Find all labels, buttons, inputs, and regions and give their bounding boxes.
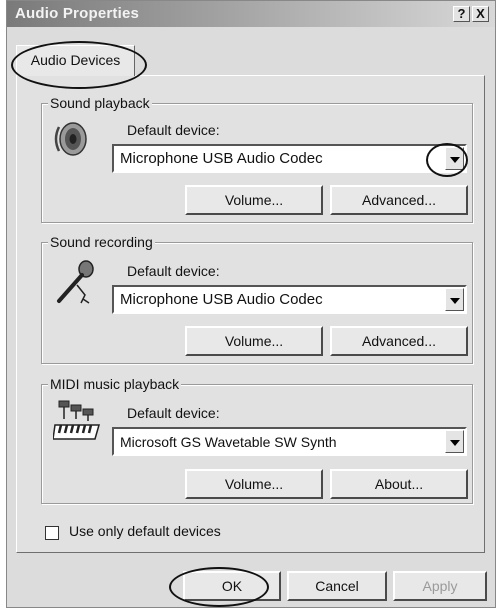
midi-default-device-label: Default device: [127,405,220,421]
annotation-oval-tab [11,41,147,89]
recording-advanced-button[interactable]: Advanced... [330,326,468,356]
annotation-oval-dropdown-arrow [426,143,468,177]
recording-default-device-label: Default device: [127,263,220,279]
recording-device-value: Microphone USB Audio Codec [120,291,323,308]
midi-keyboard-icon [52,399,103,443]
window-title: Audio Properties [15,5,140,22]
annotation-oval-ok [169,567,269,607]
close-button[interactable]: X [472,6,489,22]
playback-device-value: Microphone USB Audio Codec [120,150,323,167]
apply-button[interactable]: Apply [393,571,487,601]
use-only-default-devices-label[interactable]: Use only default devices [69,523,221,539]
recording-device-dropdown[interactable]: Microphone USB Audio Codec [112,285,467,314]
playback-default-device-label: Default device: [127,122,220,138]
sound-playback-group-label: Sound playback [48,95,152,111]
chevron-down-icon[interactable] [445,288,464,311]
microphone-icon [53,259,99,307]
recording-volume-button[interactable]: Volume... [185,326,323,356]
help-button[interactable]: ? [453,6,470,22]
midi-device-dropdown[interactable]: Microsoft GS Wavetable SW Synth [112,427,467,456]
midi-about-button[interactable]: About... [330,469,468,499]
midi-volume-button[interactable]: Volume... [185,469,323,499]
playback-volume-button[interactable]: Volume... [185,185,323,215]
audio-properties-dialog: Audio Properties ? X Audio Devices Sound… [6,0,496,608]
playback-device-dropdown[interactable]: Microphone USB Audio Codec [112,144,467,173]
speaker-icon [51,119,91,159]
chevron-down-icon[interactable] [445,430,464,453]
playback-advanced-button[interactable]: Advanced... [330,185,468,215]
use-only-default-devices-checkbox[interactable] [45,526,59,540]
title-bar[interactable]: Audio Properties ? X [7,1,495,27]
midi-playback-group-label: MIDI music playback [48,376,182,392]
cancel-button[interactable]: Cancel [287,571,387,601]
sound-recording-group-label: Sound recording [48,234,155,250]
midi-device-value: Microsoft GS Wavetable SW Synth [120,434,337,450]
